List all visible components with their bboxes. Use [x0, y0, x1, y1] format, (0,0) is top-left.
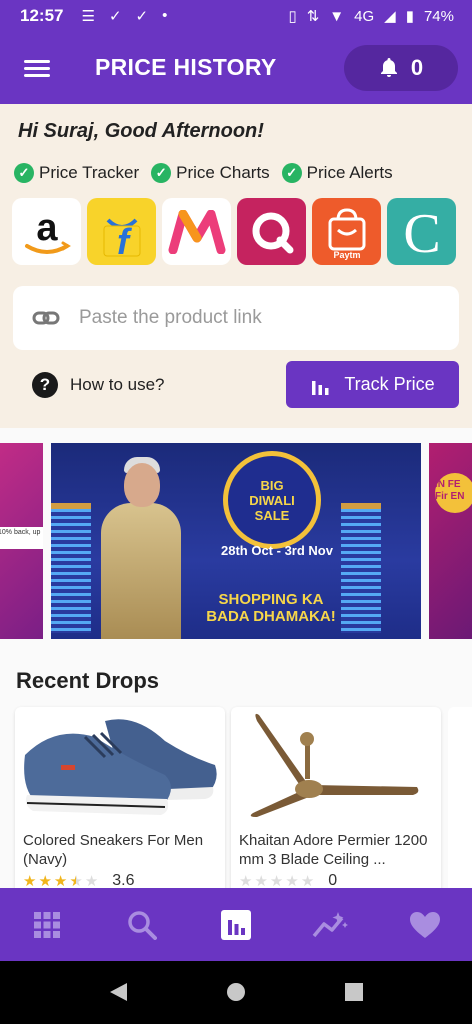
flipkart-logo-icon: f [103, 218, 140, 260]
page-title: PRICE HISTORY [95, 54, 277, 80]
bottom-navigation [0, 888, 472, 961]
chart-icon [220, 909, 251, 940]
svg-text:C: C [403, 204, 440, 260]
system-navigation-bar [0, 961, 472, 1024]
check-circle-icon: ✓ [281, 163, 302, 183]
greeting-text: Hi Suraj, Good Afternoon! [18, 120, 264, 142]
ceiling-fan-image [250, 713, 419, 817]
q-store-button[interactable] [237, 198, 306, 265]
status-time: 12:57 [20, 6, 64, 25]
product-card[interactable]: Khaitan Adore Permier 1200 mm 3 Blade Ce… [231, 707, 441, 897]
big-diwali-sale-badge: BIG DIWALI SALE [223, 451, 321, 549]
banner-figure-head [124, 463, 160, 507]
banner-dates: 28th Oct - 3rd Nov [221, 543, 333, 558]
nav-search[interactable] [122, 905, 162, 945]
notification-count: 0 [410, 55, 424, 80]
amazon-logo-icon: a [24, 207, 71, 254]
help-icon: ? [32, 372, 58, 398]
network-label: 4G [354, 7, 375, 25]
product-name: Colored Sneakers For Men (Navy) [23, 832, 204, 868]
product-link-field[interactable] [13, 286, 459, 350]
myntra-logo-icon [168, 209, 225, 254]
recents-icon[interactable] [343, 981, 365, 1003]
paytm-mall-logo-icon: Paytm [328, 207, 365, 260]
product-name: Khaitan Adore Permier 1200 mm 3 Blade Ce… [239, 832, 428, 868]
search-icon [127, 910, 157, 940]
notification-icon: ☰ [81, 8, 95, 25]
nav-wishlist[interactable] [405, 905, 445, 945]
grid-icon [34, 911, 61, 938]
svg-text:a: a [36, 207, 58, 249]
banner-peek-left[interactable]: 10% back, up [0, 443, 43, 639]
battery-icon: ▮ [405, 8, 414, 25]
sparkle-chart-icon [313, 911, 349, 937]
banner-peek-left-text: 10% back, up [0, 527, 43, 549]
check-circle-icon: ✓ [14, 163, 34, 183]
notifications-button[interactable]: 0 [344, 45, 458, 91]
feature-item: ✓ Price Tracker [14, 163, 139, 183]
check-icon: ✓ [135, 8, 149, 25]
feature-list: ✓ Price Tracker ✓ Price Charts ✓ Price Aler… [14, 163, 393, 183]
nav-home[interactable] [27, 905, 67, 945]
track-price-label: Track Price [344, 374, 435, 394]
how-to-use-label: How to use? [70, 375, 165, 394]
flipkart-store-button[interactable]: f [87, 198, 156, 265]
wifi-icon: ▼ [329, 7, 345, 25]
check-circle-icon: ✓ [151, 163, 172, 183]
vibrate-icon: ▯ [288, 8, 297, 25]
menu-icon[interactable] [24, 60, 50, 78]
nav-price-history[interactable] [216, 905, 256, 945]
back-icon[interactable] [107, 981, 129, 1003]
data-icon: ⇅ [306, 8, 320, 25]
q-logo-icon [252, 212, 293, 253]
product-card-peek[interactable] [448, 707, 472, 897]
nav-deals[interactable] [310, 905, 350, 945]
recent-drops-title: Recent Drops [16, 668, 160, 693]
how-to-use-link[interactable]: ? How to use? [32, 372, 165, 398]
amazon-store-button[interactable]: a [12, 198, 81, 265]
product-card[interactable]: Colored Sneakers For Men (Navy) ★ ★ ★ ★ … [15, 707, 225, 897]
bell-icon [380, 58, 397, 77]
product-link-input[interactable] [77, 306, 441, 330]
diwali-sale-banner[interactable]: BIG DIWALI SALE 28th Oct - 3rd Nov SHOPP… [51, 443, 421, 639]
feature-item: ✓ Price Charts [151, 163, 270, 183]
dot-icon: • [162, 7, 168, 24]
feature-item: ✓ Price Alerts [281, 163, 393, 183]
svg-text:Paytm: Paytm [333, 250, 360, 260]
app-bar: PRICE HISTORY 0 [0, 32, 472, 104]
status-right: ▯ ⇅ ▼ 4G ◢ ▮ 74% [288, 7, 454, 26]
store-list: a f Paytm C [12, 198, 456, 265]
banner-peek-right-text: IN FE Fir EN [435, 473, 472, 513]
heart-icon [409, 911, 440, 938]
home-icon[interactable] [225, 981, 247, 1003]
banner-decoration-pillar [341, 503, 381, 633]
signal-icon: ◢ [384, 8, 396, 25]
banner-tagline: SHOPPING KA BADA DHAMAKA! [206, 591, 336, 625]
c-store-button[interactable]: C [387, 198, 456, 265]
check-icon: ✓ [108, 8, 122, 25]
battery-percent: 74% [423, 7, 454, 25]
paytm-store-button[interactable]: Paytm [312, 198, 381, 265]
bar-chart-icon [312, 380, 329, 395]
banner-peek-right[interactable]: IN FE Fir EN [429, 443, 472, 639]
banner-decoration-pillar [51, 503, 91, 633]
myntra-store-button[interactable] [162, 198, 231, 265]
status-notification-icons: ☰ ✓ ✓ • [81, 7, 167, 25]
link-icon [32, 311, 60, 325]
c-logo-icon: C [403, 204, 440, 260]
status-bar: 12:57 ☰ ✓ ✓ • ▯ ⇅ ▼ 4G ◢ ▮ 74% [0, 0, 472, 32]
sneaker-image [24, 719, 217, 815]
banner-figure [101, 503, 181, 639]
track-price-button[interactable]: Track Price [286, 361, 459, 408]
